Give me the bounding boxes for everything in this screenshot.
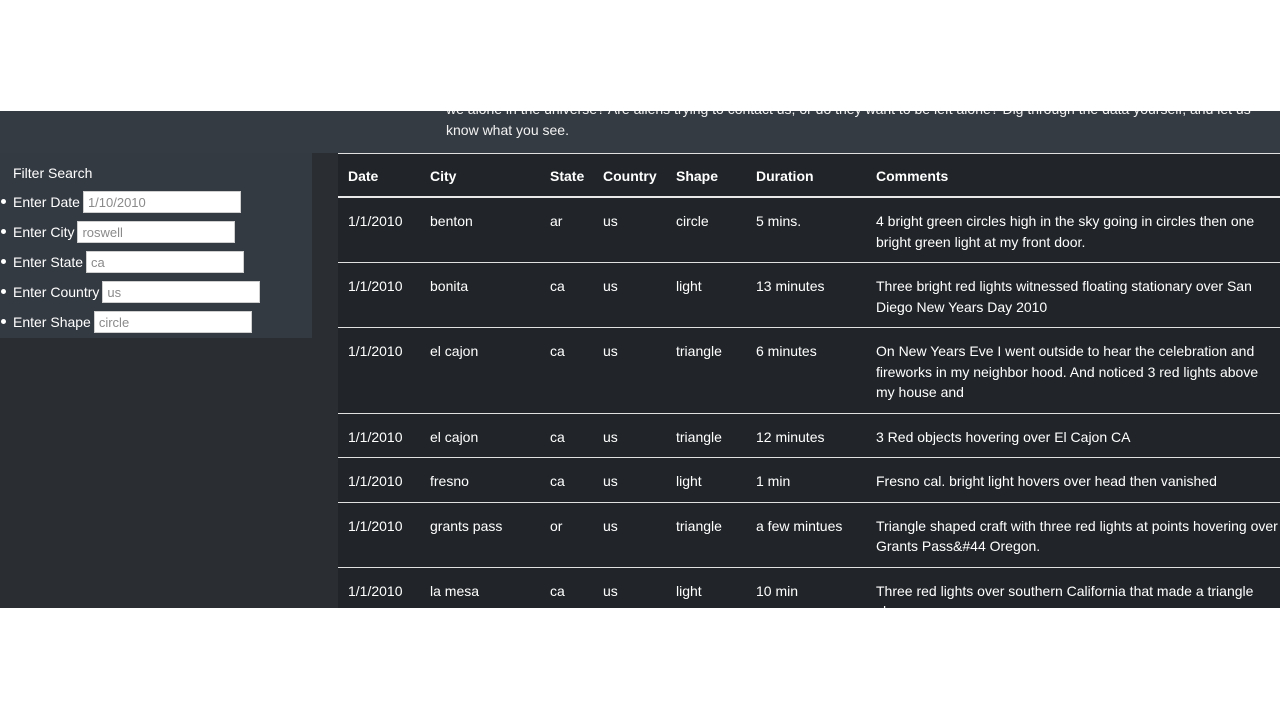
bullet-icon xyxy=(1,259,6,264)
table-row: 1/1/2010 grants pass or us triangle a fe… xyxy=(338,502,1280,568)
filter-state-label: Enter State xyxy=(13,254,84,270)
cell-duration: 12 minutes xyxy=(746,413,866,458)
state-input[interactable] xyxy=(86,251,245,273)
cell-state: or xyxy=(540,502,593,568)
column-header-shape: Shape xyxy=(666,153,746,198)
cell-city: grants pass xyxy=(420,502,540,568)
cell-duration: 5 mins. xyxy=(746,197,866,263)
country-input[interactable] xyxy=(102,281,261,303)
cell-comments: Fresno cal. bright light hovers over hea… xyxy=(866,457,1280,503)
filter-title: Filter Search xyxy=(13,165,93,181)
bullet-icon xyxy=(1,289,6,294)
filter-city-label: Enter City xyxy=(13,224,75,240)
cell-duration: 6 minutes xyxy=(746,327,866,414)
table-row: 1/1/2010 fresno ca us light 1 min Fresno… xyxy=(338,457,1280,503)
date-input[interactable] xyxy=(82,191,241,213)
cell-country: us xyxy=(593,502,666,568)
column-header-comments: Comments xyxy=(866,153,1280,198)
column-header-state: State xyxy=(540,153,593,198)
cell-date: 1/1/2010 xyxy=(338,413,420,458)
cell-city: bonita xyxy=(420,262,540,328)
cell-date: 1/1/2010 xyxy=(338,262,420,328)
cell-country: us xyxy=(593,197,666,263)
ufo-table: Date City State Country Shape Duration C… xyxy=(338,153,1280,608)
table-header-row: Date City State Country Shape Duration C… xyxy=(338,153,1280,198)
cell-country: us xyxy=(593,262,666,328)
table-row: 1/1/2010 la mesa ca us light 10 min Thre… xyxy=(338,567,1280,608)
cell-comments: Three bright red lights witnessed floati… xyxy=(866,262,1280,328)
filter-country-label: Enter Country xyxy=(13,284,100,300)
cell-duration: a few mintues xyxy=(746,502,866,568)
intro-banner: we alone in the universe? Are aliens try… xyxy=(0,111,1280,153)
cell-date: 1/1/2010 xyxy=(338,502,420,568)
cell-shape: light xyxy=(666,262,746,328)
cell-state: ca xyxy=(540,567,593,608)
cell-shape: triangle xyxy=(666,413,746,458)
cell-date: 1/1/2010 xyxy=(338,197,420,263)
filter-panel: Filter Search Enter Date Enter City Ente… xyxy=(0,153,312,338)
bullet-icon xyxy=(1,229,6,234)
ufo-table-container: Date City State Country Shape Duration C… xyxy=(338,153,1280,608)
cell-state: ca xyxy=(540,413,593,458)
cell-country: us xyxy=(593,327,666,414)
cell-duration: 13 minutes xyxy=(746,262,866,328)
intro-text: we alone in the universe? Are aliens try… xyxy=(446,111,1251,138)
cell-shape: triangle xyxy=(666,502,746,568)
column-header-country: Country xyxy=(593,153,666,198)
table-row: 1/1/2010 benton ar us circle 5 mins. 4 b… xyxy=(338,197,1280,263)
cell-state: ca xyxy=(540,457,593,503)
table-row: 1/1/2010 el cajon ca us triangle 6 minut… xyxy=(338,327,1280,414)
cell-city: el cajon xyxy=(420,327,540,414)
table-row: 1/1/2010 el cajon ca us triangle 12 minu… xyxy=(338,413,1280,458)
cell-date: 1/1/2010 xyxy=(338,567,420,608)
city-input[interactable] xyxy=(77,221,236,243)
filter-list: Enter Date Enter City Enter State Enter … xyxy=(0,187,261,337)
cell-city: benton xyxy=(420,197,540,263)
filter-shape: Enter Shape xyxy=(0,307,260,337)
cell-date: 1/1/2010 xyxy=(338,457,420,503)
filter-shape-label: Enter Shape xyxy=(13,314,91,330)
cell-comments: Three red lights over southern Californi… xyxy=(866,567,1280,608)
bullet-icon xyxy=(1,199,6,204)
filter-country: Enter Country xyxy=(0,277,261,307)
cell-comments: On New Years Eve I went outside to hear … xyxy=(866,327,1280,414)
cell-state: ca xyxy=(540,262,593,328)
shape-input[interactable] xyxy=(93,311,252,333)
filter-date: Enter Date xyxy=(0,187,260,217)
filter-city: Enter City xyxy=(0,217,260,247)
cell-comments: Triangle shaped craft with three red lig… xyxy=(866,502,1280,568)
cell-shape: light xyxy=(666,457,746,503)
column-header-city: City xyxy=(420,153,540,198)
table-row: 1/1/2010 bonita ca us light 13 minutes T… xyxy=(338,262,1280,328)
column-header-duration: Duration xyxy=(746,153,866,198)
cell-comments: 4 bright green circles high in the sky g… xyxy=(866,197,1280,263)
cell-city: el cajon xyxy=(420,413,540,458)
app-container: we alone in the universe? Are aliens try… xyxy=(0,111,1280,608)
cell-date: 1/1/2010 xyxy=(338,327,420,414)
filter-state: Enter State xyxy=(0,247,260,277)
cell-country: us xyxy=(593,457,666,503)
cell-city: la mesa xyxy=(420,567,540,608)
cell-duration: 1 min xyxy=(746,457,866,503)
cell-shape: triangle xyxy=(666,327,746,414)
cell-country: us xyxy=(593,413,666,458)
cell-comments: 3 Red objects hovering over El Cajon CA xyxy=(866,413,1280,458)
cell-duration: 10 min xyxy=(746,567,866,608)
cell-shape: light xyxy=(666,567,746,608)
cell-shape: circle xyxy=(666,197,746,263)
cell-state: ca xyxy=(540,327,593,414)
filter-date-label: Enter Date xyxy=(13,194,80,210)
cell-city: fresno xyxy=(420,457,540,503)
cell-country: us xyxy=(593,567,666,608)
cell-state: ar xyxy=(540,197,593,263)
column-header-date: Date xyxy=(338,153,420,198)
bullet-icon xyxy=(1,319,6,324)
